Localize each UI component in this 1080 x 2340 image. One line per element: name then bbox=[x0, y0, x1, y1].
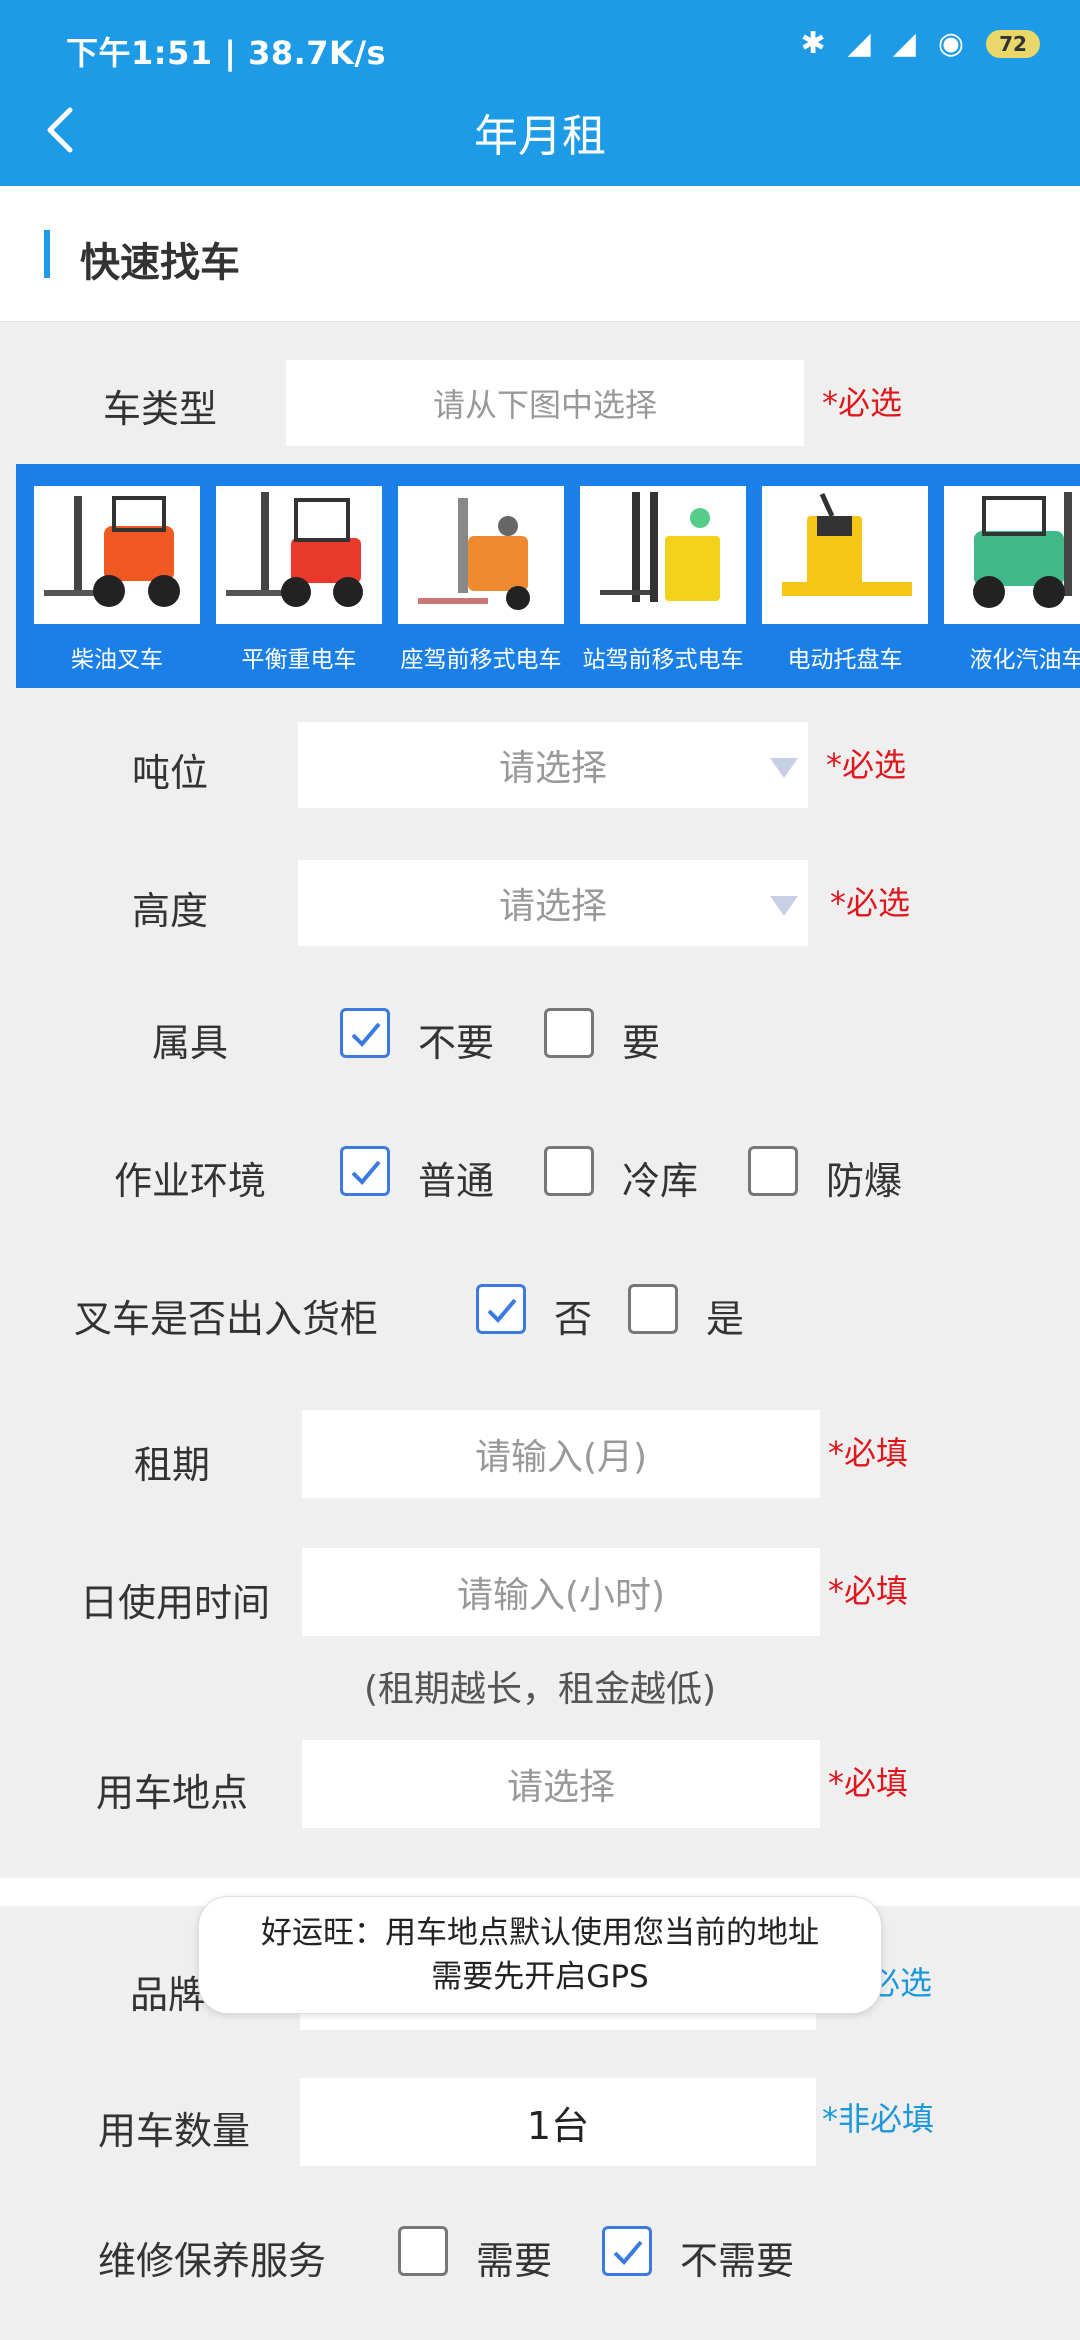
vehicle-item-lpg[interactable]: 液化汽油车 bbox=[944, 486, 1080, 686]
maintenance-label: 维修保养服务 bbox=[98, 2239, 327, 2283]
tonnage-required: *必选 bbox=[826, 746, 907, 784]
container-yes-checkbox[interactable] bbox=[628, 1284, 678, 1334]
environment-explosion-checkbox[interactable] bbox=[748, 1146, 798, 1196]
attachment-label: 属具 bbox=[151, 1021, 228, 1065]
wifi-icon: ◉ bbox=[937, 26, 964, 61]
height-select[interactable]: 请选择 bbox=[298, 860, 808, 946]
vehicle-caption: 站驾前移式电车 bbox=[582, 647, 744, 673]
page-title: 年月租 bbox=[474, 111, 606, 162]
vehicle-caption: 柴油叉车 bbox=[71, 647, 163, 673]
vehicle-item-pallet[interactable]: 电动托盘车 bbox=[762, 486, 928, 686]
signal-2-icon: ◢ bbox=[892, 26, 916, 61]
quantity-label: 用车数量 bbox=[97, 2109, 250, 2153]
container-yes-label: 是 bbox=[706, 1297, 745, 1341]
app-bar: 下午1:51 | 38.7K/s ✱ ◢ ◢ ◉ 72 年月租 bbox=[0, 0, 1080, 186]
tonnage-label: 吨位 bbox=[131, 751, 208, 795]
vehicle-item-stand-reach[interactable]: 站驾前移式电车 bbox=[580, 486, 746, 686]
environment-normal-checkbox[interactable] bbox=[340, 1146, 390, 1196]
lease-label: 租期 bbox=[133, 1443, 210, 1487]
attachment-no-label: 不要 bbox=[418, 1021, 495, 1065]
daily-use-required: *必填 bbox=[828, 1572, 909, 1610]
battery-icon: 72 bbox=[986, 29, 1040, 58]
check-icon bbox=[351, 1160, 381, 1185]
maintenance-no-need-checkbox[interactable] bbox=[602, 2226, 652, 2276]
section-title: 快速找车 bbox=[80, 240, 240, 286]
location-required: *必填 bbox=[828, 1764, 909, 1802]
lease-hint: (租期越长，租金越低) bbox=[363, 1669, 717, 1710]
vehicle-item-counterbalance[interactable]: 平衡重电车 bbox=[216, 486, 382, 686]
location-label: 用车地点 bbox=[95, 1771, 248, 1815]
vehicle-image bbox=[398, 486, 564, 624]
maintenance-no-need-label: 不需要 bbox=[680, 2239, 795, 2283]
vehicle-caption: 座驾前移式电车 bbox=[400, 647, 562, 673]
bluetooth-icon: ✱ bbox=[800, 26, 826, 61]
attachment-yes-checkbox[interactable] bbox=[544, 1008, 594, 1058]
maintenance-need-checkbox[interactable] bbox=[398, 2226, 448, 2276]
location-select[interactable]: 请选择 bbox=[302, 1740, 820, 1828]
environment-normal-label: 普通 bbox=[418, 1159, 495, 1203]
car-type-label: 车类型 bbox=[102, 387, 217, 431]
vehicle-image bbox=[944, 486, 1080, 624]
vehicle-image bbox=[580, 486, 746, 624]
vehicle-caption: 电动托盘车 bbox=[787, 647, 903, 673]
car-type-required: *必选 bbox=[822, 384, 903, 422]
environment-cold-checkbox[interactable] bbox=[544, 1146, 594, 1196]
environment-label: 作业环境 bbox=[113, 1159, 266, 1203]
height-placeholder: 请选择 bbox=[498, 886, 607, 927]
environment-explosion-label: 防爆 bbox=[826, 1159, 903, 1203]
section-header: 快速找车 bbox=[0, 186, 1080, 322]
status-icons: ✱ ◢ ◢ ◉ 72 bbox=[801, 26, 1040, 61]
chevron-down-icon bbox=[770, 896, 798, 916]
vehicle-image bbox=[34, 486, 200, 624]
environment-cold-label: 冷库 bbox=[622, 1159, 699, 1203]
section-accent-bar bbox=[44, 230, 50, 278]
daily-use-label: 日使用时间 bbox=[79, 1581, 270, 1625]
height-label: 高度 bbox=[131, 889, 208, 933]
quantity-required: *非必填 bbox=[822, 2100, 935, 2138]
lease-input[interactable]: 请输入(月) bbox=[302, 1410, 820, 1498]
check-icon bbox=[487, 1298, 517, 1323]
toast-line-2: 需要先开启GPS bbox=[431, 1959, 649, 1995]
tonnage-select[interactable]: 请选择 bbox=[298, 722, 808, 808]
vehicle-item-diesel[interactable]: 柴油叉车 bbox=[34, 486, 200, 686]
vehicle-type-strip: 柴油叉车 平衡重电车 座驾前移式电车 站驾前移式电车 电动托盘车 液化汽油车 bbox=[16, 464, 1080, 688]
tonnage-placeholder: 请选择 bbox=[498, 748, 607, 789]
toast-line-1: 好运旺：用车地点默认使用您当前的地址 bbox=[261, 1915, 819, 1951]
quantity-input[interactable]: 1台 bbox=[300, 2078, 816, 2166]
attachment-no-checkbox[interactable] bbox=[340, 1008, 390, 1058]
height-required: *必选 bbox=[830, 884, 911, 922]
vehicle-image bbox=[762, 486, 928, 624]
check-icon bbox=[613, 2240, 643, 2265]
check-icon bbox=[351, 1022, 381, 1047]
container-no-label: 否 bbox=[554, 1297, 593, 1341]
status-time-speed: 下午1:51 | 38.7K/s bbox=[66, 34, 387, 72]
vehicle-caption: 液化汽油车 bbox=[969, 647, 1080, 673]
vehicle-image bbox=[216, 486, 382, 624]
vehicle-item-sit-reach[interactable]: 座驾前移式电车 bbox=[398, 486, 564, 686]
container-no-checkbox[interactable] bbox=[476, 1284, 526, 1334]
signal-icon: ◢ bbox=[847, 26, 871, 61]
lease-required: *必填 bbox=[828, 1434, 909, 1472]
maintenance-need-label: 需要 bbox=[476, 2239, 553, 2283]
gps-toast: 好运旺：用车地点默认使用您当前的地址 需要先开启GPS bbox=[198, 1896, 882, 2014]
container-label: 叉车是否出入货柜 bbox=[74, 1297, 379, 1341]
car-type-field[interactable]: 请从下图中选择 bbox=[286, 360, 804, 446]
chevron-down-icon bbox=[770, 758, 798, 778]
attachment-yes-label: 要 bbox=[622, 1021, 661, 1065]
daily-use-input[interactable]: 请输入(小时) bbox=[302, 1548, 820, 1636]
vehicle-caption: 平衡重电车 bbox=[241, 647, 357, 673]
